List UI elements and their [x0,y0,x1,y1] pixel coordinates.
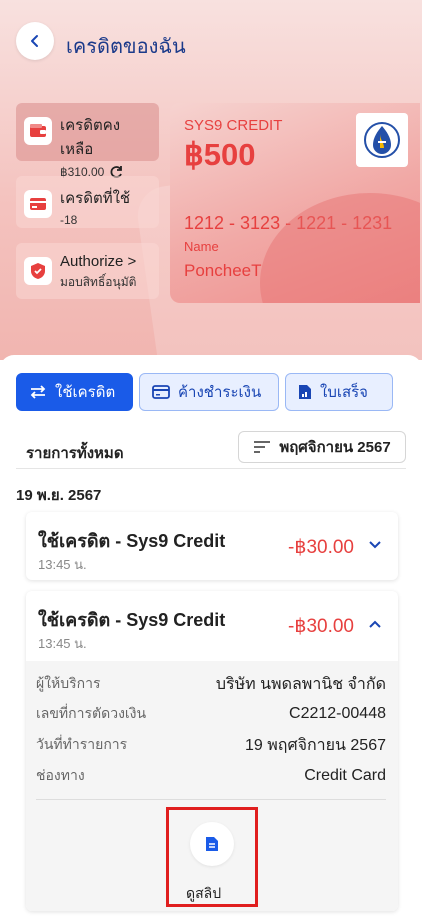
sort-icon [254,441,271,453]
wallet-icon [24,117,52,145]
tab-receipt[interactable]: ใบเสร็จ [285,373,393,411]
authorize-sub: มอบสิทธิ์อนุมัติ [60,275,137,289]
card-icon [24,190,52,218]
transaction-amount: -฿30.00 [288,537,354,558]
authorize-label: Authorize > [60,253,137,270]
detail-label: ผู้ให้บริการ [36,675,101,691]
transaction-title: ใช้เครดิต - Sys9 Credit [38,610,226,630]
date-group-label: 19 พ.ย. 2567 [16,487,102,504]
chevron-up-icon[interactable] [368,619,382,629]
detail-label: วันที่ทำรายการ [36,736,128,752]
detail-row-channel: ช่องทาง Credit Card [36,765,386,787]
transaction-time: 13:45 น. [38,636,87,651]
card-amount: ฿500 [184,137,256,172]
tab-receipt-label: ใบเสร็จ [320,384,368,401]
divider [36,799,386,800]
card-brand: SYS9 CREDIT [184,117,283,134]
used-credit-card: เครดิตที่ใช้ -18 [16,176,159,228]
detail-label: ช่องทาง [36,767,85,783]
highlight-box [166,807,258,907]
remaining-credit-card: เครดิตคงเหลือ ฿310.00 [16,103,159,179]
detail-row-date: วันที่ทำรายการ 19 พฤศจิกายน 2567 [36,734,386,756]
tab-outstanding[interactable]: ค้างชำระเงิน [139,373,279,411]
chevron-left-icon [31,35,38,47]
card-number: 1212 - 3123 - 1221 - 1231 [184,213,393,233]
transaction-amount: -฿30.00 [288,616,354,637]
tab-use-credit[interactable]: ใช้เครดิต [16,373,133,411]
detail-row-provider: ผู้ให้บริการ บริษัท นพดลพานิช จำกัด [36,673,386,695]
detail-row-reference: เลขที่การตัดวงเงิน C2212-00448 [36,703,386,725]
transaction-item[interactable]: ใช้เครดิต - Sys9 Credit 13:45 น. -฿30.00 [26,512,398,580]
company-logo [356,113,408,167]
tab-outstanding-label: ค้างชำระเงิน [178,384,262,401]
card-holder-name: PoncheeT [184,261,262,280]
tab-bar: ใช้เครดิต ค้างชำระเงิน ใบเสร็จ [16,373,393,411]
swap-icon [30,385,46,399]
detail-value: C2212-00448 [289,705,386,722]
card-name-label: Name [184,239,219,254]
detail-label: เลขที่การตัดวงเงิน [36,705,147,721]
header-banner: เครดิตของฉัน เครดิตคงเหลือ ฿310.00 เครดิ… [0,0,422,360]
card-icon [152,385,170,399]
back-button[interactable] [16,22,54,60]
credit-card: SYS9 CREDIT ฿500 1212 - 3123 - 1221 - 12… [170,103,420,303]
used-credit-label: เครดิตที่ใช้ [60,190,131,207]
detail-value: 19 พฤศจิกายน 2567 [244,736,386,754]
detail-value: Credit Card [304,767,386,784]
shield-check-icon [24,257,52,285]
authorize-card[interactable]: Authorize > มอบสิทธิ์อนุมัติ [16,243,159,299]
month-filter[interactable]: พฤศจิกายน 2567 [238,431,406,463]
month-filter-label: พฤศจิกายน 2567 [279,439,391,456]
tab-use-credit-label: ใช้เครดิต [55,384,116,401]
list-title: รายการทั้งหมด [26,445,124,462]
list-header: รายการทั้งหมด พฤศจิกายน 2567 [16,429,406,469]
transaction-time: 13:45 น. [38,557,87,572]
page-title: เครดิตของฉัน [66,36,186,58]
used-credit-value: -18 [60,213,78,227]
remaining-credit-label: เครดิตคงเหลือ [60,117,121,158]
receipt-icon [299,385,311,399]
chevron-down-icon[interactable] [368,540,382,550]
transaction-title: ใช้เครดิต - Sys9 Credit [38,531,226,551]
detail-value: บริษัท นพดลพานิช จำกัด [215,675,386,693]
